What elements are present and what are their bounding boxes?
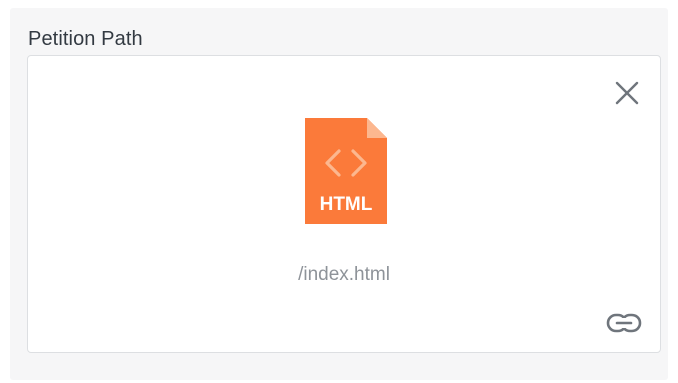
html-file-icon: HTML [305, 118, 387, 224]
file-upload-card: HTML /index.html [27, 55, 661, 353]
file-name: /index.html [298, 264, 390, 285]
copy-link-button[interactable] [606, 312, 642, 334]
close-icon [615, 81, 639, 105]
petition-path-field: Petition Path HTML /index.html [10, 8, 668, 380]
field-label: Petition Path [28, 28, 143, 50]
remove-file-button[interactable] [612, 78, 642, 108]
file-type-label: HTML [320, 194, 373, 215]
link-icon [606, 313, 642, 333]
